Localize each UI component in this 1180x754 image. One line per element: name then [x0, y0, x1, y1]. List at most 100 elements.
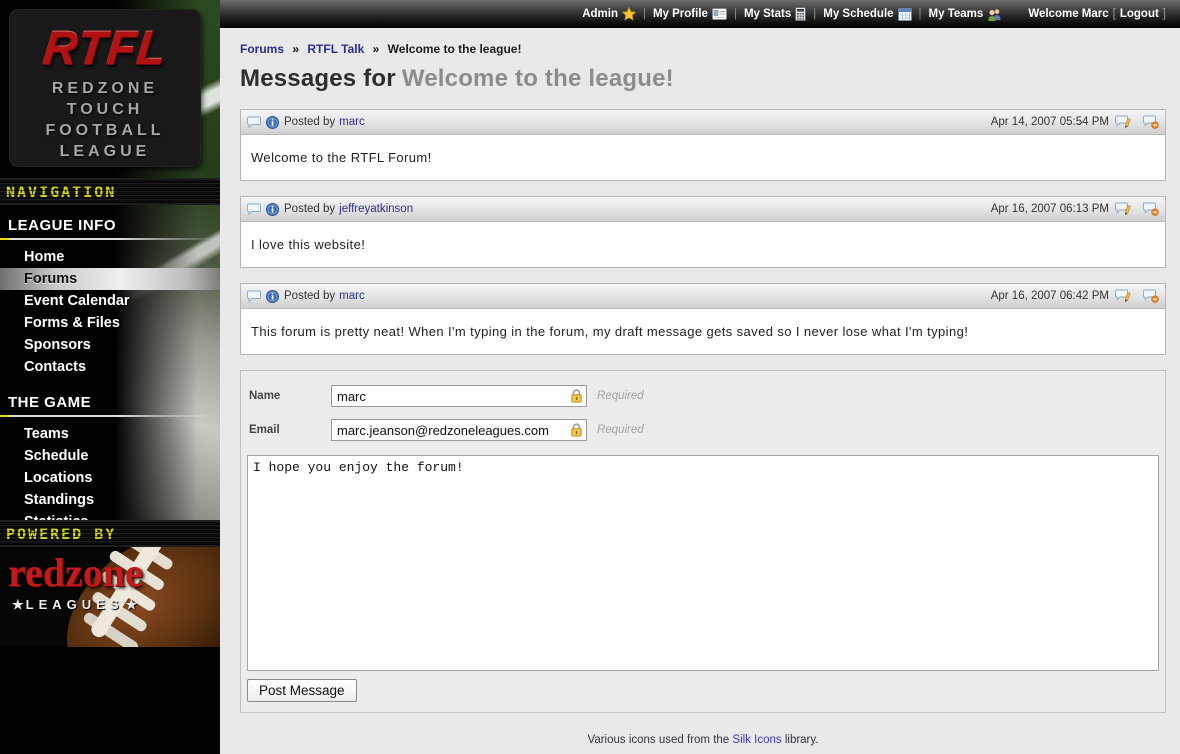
my-stats-label: My Stats	[744, 8, 791, 20]
comment-edit-icon[interactable]	[1115, 115, 1132, 129]
footer-line-icons: Various icons used from the Silk Icons l…	[240, 729, 1166, 752]
topbar-separator: |	[643, 8, 646, 20]
breadcrumb-rtfl-talk-link[interactable]: RTFL Talk	[307, 42, 364, 56]
message-header: Posted by marc Apr 14, 2007 05:54 PM	[241, 110, 1165, 135]
logout-bracket: ]	[1163, 8, 1166, 20]
logo-line: LEAGUE	[10, 141, 200, 162]
breadcrumb-forums-link[interactable]: Forums	[240, 42, 284, 56]
topbar: Admin | My Profile | My Stats | My Sched…	[220, 0, 1180, 28]
my-teams-label: My Teams	[929, 8, 984, 20]
topbar-my-schedule-link[interactable]: My Schedule	[823, 8, 911, 21]
info-icon[interactable]	[266, 290, 279, 303]
logo-line: REDZONE	[10, 78, 200, 99]
topbar-logout-link[interactable]: Logout	[1120, 8, 1159, 20]
group-icon	[987, 8, 1002, 21]
logout-bracket: [	[1113, 8, 1116, 20]
star-glyph: ★	[12, 597, 24, 612]
sidebar-top: RTFL REDZONE TOUCH FOOTBALL LEAGUE	[0, 0, 220, 178]
sidebar-item-home[interactable]: Home	[0, 246, 220, 268]
sidebar-item-event-calendar[interactable]: Event Calendar	[0, 290, 220, 312]
comment-edit-icon[interactable]	[1115, 289, 1132, 303]
info-icon[interactable]	[266, 116, 279, 129]
rtfl-logo-subtitle: REDZONE TOUCH FOOTBALL LEAGUE	[10, 78, 200, 162]
topbar-my-teams-link[interactable]: My Teams	[929, 8, 1003, 21]
comment-delete-icon[interactable]	[1143, 115, 1159, 129]
posted-by-label: Posted by	[284, 116, 335, 128]
topbar-separator: |	[734, 8, 737, 20]
topbar-my-stats-link[interactable]: My Stats	[744, 7, 806, 21]
message-body: This forum is pretty neat! When I'm typi…	[241, 309, 1165, 354]
breadcrumb-current: Welcome to the league!	[388, 42, 522, 56]
name-label: Name	[249, 390, 331, 402]
message-date: Apr 16, 2007 06:13 PM	[991, 203, 1109, 215]
author-link[interactable]: marc	[339, 290, 365, 302]
sidebar-item-forms-files[interactable]: Forms & Files	[0, 312, 220, 334]
comment-delete-icon[interactable]	[1143, 202, 1159, 216]
main-area: Admin | My Profile | My Stats | My Sched…	[220, 0, 1180, 754]
sidebar-item-teams[interactable]: Teams	[0, 423, 220, 445]
comment-icon	[247, 290, 261, 302]
leagues-logo-text: ★LEAGUES★	[10, 597, 139, 613]
lock-icon	[570, 389, 583, 403]
comment-edit-icon[interactable]	[1115, 202, 1132, 216]
message-body: I love this website!	[241, 222, 1165, 267]
sidebar-item-forums[interactable]: Forums	[0, 268, 220, 290]
sidebar-menu: LEAGUE INFO Home Forums Event Calendar F…	[0, 205, 220, 520]
heading-rule	[0, 238, 220, 240]
sidebar-item-contacts[interactable]: Contacts	[0, 356, 220, 378]
info-icon[interactable]	[266, 203, 279, 216]
navigation-band: NAVIGATION	[0, 178, 220, 205]
author-link[interactable]: jeffreyatkinson	[339, 203, 413, 215]
comment-icon	[247, 203, 261, 215]
welcome-user-text: Welcome Marc	[1028, 8, 1108, 20]
redzone-leagues-logo[interactable]: redzone ★LEAGUES★	[0, 547, 220, 647]
message-post: Posted by jeffreyatkinson Apr 16, 2007 0…	[240, 196, 1166, 268]
message-header: Posted by marc Apr 16, 2007 06:42 PM	[241, 284, 1165, 309]
footer-text: library.	[785, 734, 819, 746]
topbar-separator: |	[813, 8, 816, 20]
message-post: Posted by marc Apr 16, 2007 06:42 PM Thi…	[240, 283, 1166, 355]
topbar-my-profile-link[interactable]: My Profile	[653, 8, 727, 20]
email-row: Email Required	[247, 413, 1159, 447]
star-glyph: ★	[126, 597, 138, 612]
silk-icons-link[interactable]: Silk Icons	[732, 734, 781, 746]
name-row: Name Required	[247, 379, 1159, 413]
footer: Various icons used from the Silk Icons l…	[240, 729, 1166, 754]
message-date: Apr 16, 2007 06:42 PM	[991, 290, 1109, 302]
my-schedule-label: My Schedule	[823, 8, 893, 20]
required-label: Required	[597, 424, 644, 436]
post-message-button[interactable]: Post Message	[247, 679, 357, 702]
menu-heading-league-info: LEAGUE INFO	[0, 215, 220, 234]
breadcrumb-separator: »	[292, 42, 299, 56]
sidebar-item-locations[interactable]: Locations	[0, 467, 220, 489]
rtfl-logo-title: RTFL	[8, 24, 203, 71]
message-date: Apr 14, 2007 05:54 PM	[991, 116, 1109, 128]
sidebar-bottom-fill	[0, 647, 220, 754]
author-link[interactable]: marc	[339, 116, 365, 128]
page-title-topic: Welcome to the league!	[402, 65, 674, 92]
email-input[interactable]	[331, 419, 587, 441]
sidebar-item-schedule[interactable]: Schedule	[0, 445, 220, 467]
footer-text: Various icons used from the	[588, 734, 730, 746]
topbar-admin-link[interactable]: Admin	[582, 7, 636, 21]
comment-delete-icon[interactable]	[1143, 289, 1159, 303]
logo-line: FOOTBALL	[10, 120, 200, 141]
name-input[interactable]	[331, 385, 587, 407]
sidebar-item-standings[interactable]: Standings	[0, 489, 220, 511]
star-icon	[622, 7, 636, 21]
vcard-icon	[712, 8, 727, 20]
message-post: Posted by marc Apr 14, 2007 05:54 PM Wel…	[240, 109, 1166, 181]
powered-by-band: POWERED BY	[0, 520, 220, 547]
breadcrumb-separator: »	[373, 42, 380, 56]
message-textarea[interactable]: I hope you enjoy the forum!	[247, 455, 1159, 671]
breadcrumb: Forums » RTFL Talk » Welcome to the leag…	[240, 42, 1166, 56]
required-label: Required	[597, 390, 644, 402]
posted-by-label: Posted by	[284, 290, 335, 302]
admin-label: Admin	[582, 8, 618, 20]
reply-form: Name Required Email Required I hope you	[240, 370, 1166, 713]
rtfl-logo[interactable]: RTFL REDZONE TOUCH FOOTBALL LEAGUE	[10, 10, 200, 166]
page-title-prefix: Messages for	[240, 65, 396, 92]
sidebar-item-sponsors[interactable]: Sponsors	[0, 334, 220, 356]
topbar-separator: |	[919, 8, 922, 20]
page-title: Messages forWelcome to the league!	[240, 65, 1166, 93]
